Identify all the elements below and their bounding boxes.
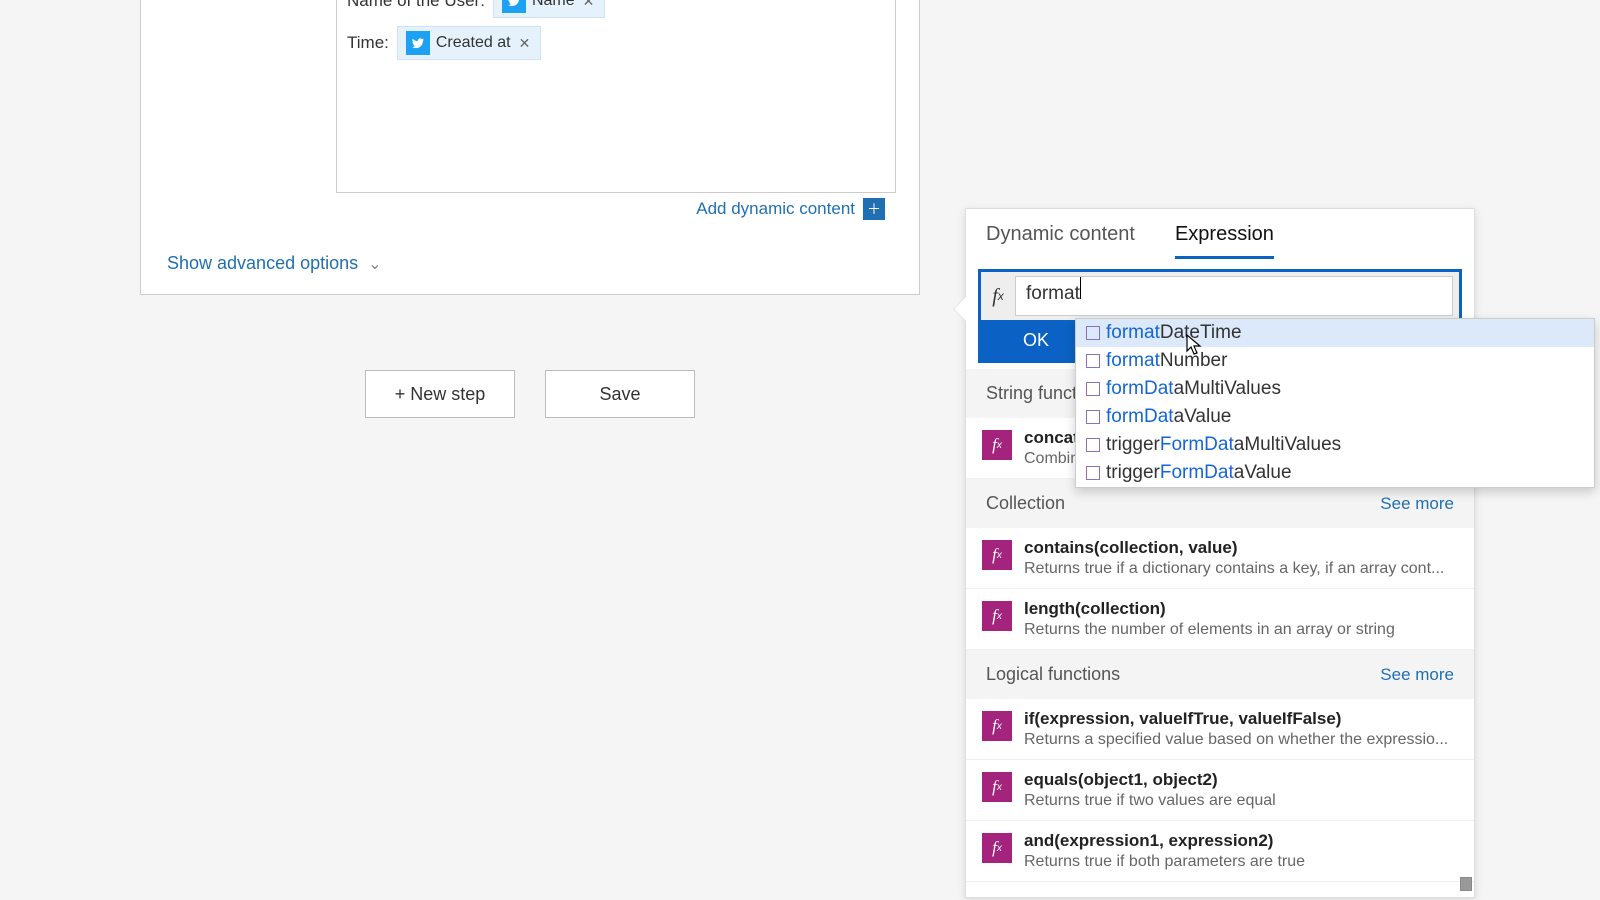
chevron-down-icon: ⌄: [368, 254, 381, 274]
fn-description: Returns true if a dictionary contains a …: [1024, 560, 1458, 578]
show-advanced-label: Show advanced options: [167, 253, 358, 274]
cube-icon: [1086, 354, 1100, 368]
tab-dynamic-content[interactable]: Dynamic content: [986, 223, 1135, 259]
fn-description: Returns the number of elements in an arr…: [1024, 621, 1458, 639]
fn-signature: equals(object1, object2): [1024, 770, 1458, 790]
token-label: Name: [532, 0, 575, 10]
fn-signature: if(expression, valueIfTrue, valueIfFalse…: [1024, 709, 1458, 729]
fn-signature: and(expression1, expression2): [1024, 831, 1458, 851]
body-textarea[interactable]: Name of the User: Name ✕ Time: Created a…: [336, 0, 896, 193]
field-label-name: Name of the User:: [347, 0, 485, 11]
ac-match: formDat: [1106, 378, 1174, 399]
save-label: Save: [599, 384, 640, 405]
section-logical-functions: Logical functions See more: [966, 650, 1474, 699]
ac-match: format: [1106, 350, 1160, 371]
ac-match: format: [1106, 322, 1160, 343]
fx-icon: fx: [982, 430, 1012, 460]
fn-description: Returns true if two values are equal: [1024, 792, 1458, 810]
ac-rest: aValue: [1174, 406, 1232, 427]
token-name[interactable]: Name ✕: [493, 0, 605, 18]
ok-label: OK: [1023, 330, 1049, 351]
fn-description: Returns a specified value based on wheth…: [1024, 731, 1458, 749]
fx-icon: fx: [982, 711, 1012, 741]
ac-item-formatDateTime[interactable]: formatDateTime: [1076, 319, 1594, 347]
fn-length[interactable]: fx length(collection) Returns the number…: [966, 589, 1474, 650]
token-created-at[interactable]: Created at ✕: [397, 26, 541, 60]
add-dynamic-content-label: Add dynamic content: [696, 199, 855, 219]
section-title: Logical functions: [986, 664, 1120, 685]
cube-icon: [1086, 438, 1100, 452]
token-remove-icon[interactable]: ✕: [581, 0, 597, 10]
ac-item-formDataValue[interactable]: formDataValue: [1076, 403, 1594, 431]
cube-icon: [1086, 410, 1100, 424]
expression-input[interactable]: format: [1015, 276, 1453, 316]
action-card: Name of the User: Name ✕ Time: Created a…: [140, 0, 920, 295]
show-advanced-options-link[interactable]: Show advanced options ⌄: [167, 253, 382, 274]
section-title: Collection: [986, 493, 1065, 514]
ac-match: FormDat: [1160, 462, 1234, 483]
ac-pre: trigger: [1106, 434, 1160, 455]
ac-pre: trigger: [1106, 462, 1160, 483]
see-more-link[interactable]: See more: [1380, 494, 1454, 514]
ac-rest: aMultiValues: [1234, 434, 1341, 455]
fn-contains[interactable]: fx contains(collection, value) Returns t…: [966, 528, 1474, 589]
ac-rest: aValue: [1234, 462, 1292, 483]
token-label: Created at: [436, 34, 511, 52]
token-remove-icon[interactable]: ✕: [517, 35, 533, 52]
new-step-label: + New step: [395, 384, 486, 405]
autocomplete-dropdown: formatDateTime formatNumber formDataMult…: [1075, 318, 1595, 488]
fn-signature: contains(collection, value): [1024, 538, 1458, 558]
fx-icon: fx: [982, 772, 1012, 802]
fn-and[interactable]: fx and(expression1, expression2) Returns…: [966, 821, 1474, 882]
fn-signature: length(collection): [1024, 599, 1458, 619]
twitter-icon: [406, 31, 430, 55]
fx-icon: fx: [982, 540, 1012, 570]
tab-expression[interactable]: Expression: [1175, 223, 1274, 259]
plus-icon: ＋: [863, 198, 885, 220]
ac-item-triggerFormDataValue[interactable]: triggerFormDataValue: [1076, 459, 1594, 487]
ac-rest: aMultiValues: [1174, 378, 1281, 399]
fn-if[interactable]: fx if(expression, valueIfTrue, valueIfFa…: [966, 699, 1474, 760]
ac-match: formDat: [1106, 406, 1174, 427]
ac-item-triggerFormDataMultiValues[interactable]: triggerFormDataMultiValues: [1076, 431, 1594, 459]
expression-input-value: format: [1026, 283, 1080, 304]
fx-icon: fx: [982, 833, 1012, 863]
fn-equals[interactable]: fx equals(object1, object2) Returns true…: [966, 760, 1474, 821]
expression-panel: Dynamic content Expression fx format OK …: [965, 208, 1475, 898]
field-label-time: Time:: [347, 33, 389, 53]
ac-rest: DateTime: [1160, 322, 1242, 343]
add-dynamic-content-link[interactable]: Add dynamic content ＋: [696, 198, 885, 220]
ac-item-formatNumber[interactable]: formatNumber: [1076, 347, 1594, 375]
ac-match: FormDat: [1160, 434, 1234, 455]
ac-item-formDataMultiValues[interactable]: formDataMultiValues: [1076, 375, 1594, 403]
flow-buttons: + New step Save: [365, 370, 695, 418]
twitter-icon: [502, 0, 526, 13]
cube-icon: [1086, 466, 1100, 480]
scrollbar-thumb[interactable]: [1460, 877, 1472, 891]
ac-rest: Number: [1160, 350, 1228, 371]
save-button[interactable]: Save: [545, 370, 695, 418]
fx-icon: fx: [982, 601, 1012, 631]
text-caret: [1080, 277, 1081, 299]
new-step-button[interactable]: + New step: [365, 370, 515, 418]
cube-icon: [1086, 326, 1100, 340]
cube-icon: [1086, 382, 1100, 396]
see-more-link[interactable]: See more: [1380, 665, 1454, 685]
fn-description: Returns true if both parameters are true: [1024, 853, 1458, 871]
fx-icon: fx: [981, 276, 1015, 316]
